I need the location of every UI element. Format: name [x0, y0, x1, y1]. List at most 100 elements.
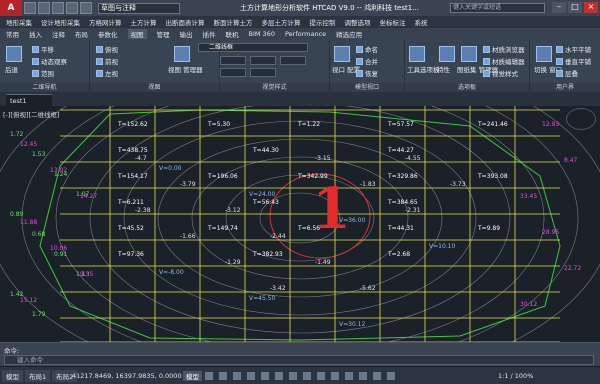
grid-icon[interactable] [205, 372, 213, 380]
left-view-button[interactable]: 左视 [96, 68, 118, 78]
style-dropdown[interactable] [280, 56, 306, 65]
tab-insert[interactable]: 插入 [29, 29, 42, 39]
workspace-select[interactable]: 草图与注释 [98, 2, 180, 14]
menu-item[interactable]: 设计地形采集 [41, 17, 80, 27]
tile-vertical-button[interactable]: 垂直平铺 [556, 56, 591, 66]
transparency-icon[interactable] [303, 372, 311, 380]
menu-item[interactable]: 多层土方计算 [262, 17, 301, 27]
coordinate-readout: 41217.8469, 16397.9835, 0.0000 [72, 372, 182, 380]
tab-performance[interactable]: Performance [285, 30, 326, 38]
viewport-label[interactable]: [-][俯视][二维线框] [3, 109, 60, 119]
tab-output[interactable]: 输出 [180, 29, 193, 39]
menu-item[interactable]: 断面计算土方 [214, 17, 253, 27]
view-manager-icon[interactable] [174, 46, 190, 62]
menu-item[interactable]: 土方计算 [131, 17, 157, 27]
t-label: T=57.57 [387, 121, 414, 128]
menu-item[interactable]: 地形采集 [6, 17, 32, 27]
menu-item[interactable]: 坐标标注 [380, 17, 406, 27]
visual-style-select[interactable]: 二维线框 [198, 43, 308, 52]
extents-button[interactable]: 范围 [32, 68, 54, 78]
annotation-scale[interactable]: 1:1 / 100% [498, 372, 533, 380]
tab-home[interactable]: 常用 [6, 29, 19, 39]
lineweight-icon[interactable] [289, 372, 297, 380]
cascade-button[interactable]: 层叠 [556, 68, 578, 78]
pan-button[interactable]: 平移 [32, 44, 54, 54]
ortho-icon[interactable] [233, 372, 241, 380]
panel-label: 选项板 [405, 83, 529, 92]
t-label: T=44.30 [252, 147, 279, 154]
tab-view[interactable]: 视图 [127, 29, 147, 39]
undo-icon[interactable] [66, 2, 78, 14]
polar-icon[interactable] [247, 372, 255, 380]
layout-tab-1[interactable]: 布局1 [25, 370, 51, 382]
properties-icon[interactable] [439, 46, 455, 62]
layout-tab-model[interactable]: 模型 [2, 370, 23, 382]
isolate-icon[interactable] [359, 372, 367, 380]
command-input[interactable]: 键入命令 [4, 355, 594, 365]
selection-cycling-icon[interactable] [317, 372, 325, 380]
menu-item[interactable]: 系统 [415, 17, 428, 27]
save-icon[interactable] [52, 2, 64, 14]
menu-bar: 地形采集 设计地形采集 方格网计算 土方计算 出断面表计算 断面计算土方 多层土… [0, 16, 600, 28]
drawing-canvas[interactable]: T=152.62 T=5.30 T=1.22 T=57.57 T=241.46 T=438… [0, 106, 600, 342]
top-view-button[interactable]: 俯视 [96, 44, 118, 54]
menu-item[interactable]: 调整选项 [345, 17, 371, 27]
style-dropdown[interactable] [220, 68, 246, 77]
document-tab[interactable]: test1 [6, 94, 52, 106]
view-cube-icon[interactable] [566, 108, 596, 130]
material-editor-button[interactable]: 材质编辑器 [483, 56, 525, 66]
back-icon[interactable] [6, 46, 22, 62]
tab-bim360[interactable]: BIM 360 [249, 30, 275, 38]
named-viewport-button[interactable]: 命名 [356, 44, 378, 54]
snap-icon[interactable] [219, 372, 227, 380]
orbit-button[interactable]: 动态观察 [32, 56, 67, 66]
minimize-button[interactable]: – [552, 2, 566, 13]
named-icon [356, 45, 363, 53]
style-dropdown[interactable] [220, 56, 246, 65]
status-bar: 模型 布局1 布局2 41217.8469, 16397.9835, 0.000… [0, 366, 600, 384]
clean-screen-icon[interactable] [387, 372, 395, 380]
visual-styles-button[interactable]: 视觉样式 [483, 68, 518, 78]
elevation-label: -1.29 [225, 259, 241, 266]
menu-item[interactable]: 提示控制 [310, 17, 336, 27]
t-label: T=44.31 [387, 225, 414, 232]
tab-featured-apps[interactable]: 精选应用 [336, 29, 362, 39]
style-dropdown[interactable] [250, 68, 276, 77]
tool-palette-icon[interactable] [409, 46, 425, 62]
tab-plugins[interactable]: 插件 [203, 29, 216, 39]
new-file-icon[interactable] [24, 2, 36, 14]
tile-horizontal-button[interactable]: 水平平铺 [556, 44, 591, 54]
tab-annotate[interactable]: 注释 [52, 29, 65, 39]
panel-user-interface: 切换 窗口 水平平铺 垂直平铺 层叠 用户界 [530, 40, 600, 92]
osnap-icon[interactable] [261, 372, 269, 380]
menu-item[interactable]: 出断面表计算 [166, 17, 205, 27]
tab-manage[interactable]: 管理 [157, 29, 170, 39]
close-button[interactable]: × [584, 2, 598, 13]
search-input[interactable]: 键入关键字或短语 [450, 3, 545, 13]
material-icon [483, 45, 490, 53]
workspace-icon[interactable] [345, 372, 353, 380]
elevation-label: -3.15 [315, 155, 331, 162]
app-menu-button[interactable]: A [0, 0, 22, 16]
material-browser-button[interactable]: 材质浏览器 [483, 44, 525, 54]
maximize-button[interactable]: □ [568, 2, 582, 13]
panel-visual-styles: 二维线框 视觉样式 [198, 40, 330, 92]
elevation-label: -2.44 [270, 233, 286, 240]
restore-viewport-button[interactable]: 恢复 [356, 68, 378, 78]
otrack-icon[interactable] [275, 372, 283, 380]
style-dropdown[interactable] [250, 56, 276, 65]
annotation-icon[interactable] [331, 372, 339, 380]
join-viewport-button[interactable]: 合并 [356, 56, 378, 66]
tab-parametric[interactable]: 参数化 [98, 29, 118, 39]
viewport-config-icon[interactable] [334, 46, 350, 62]
tab-online[interactable]: 联机 [226, 29, 239, 39]
sheetset-icon[interactable] [461, 46, 477, 62]
open-file-icon[interactable] [38, 2, 50, 14]
model-space-button[interactable]: 模型 [183, 371, 202, 381]
tab-layout[interactable]: 布局 [75, 29, 88, 39]
menu-item[interactable]: 方格网计算 [89, 17, 122, 27]
front-view-button[interactable]: 前视 [96, 56, 118, 66]
redo-icon[interactable] [80, 2, 92, 14]
hardware-accel-icon[interactable] [373, 372, 381, 380]
switch-window-icon[interactable] [536, 46, 552, 62]
